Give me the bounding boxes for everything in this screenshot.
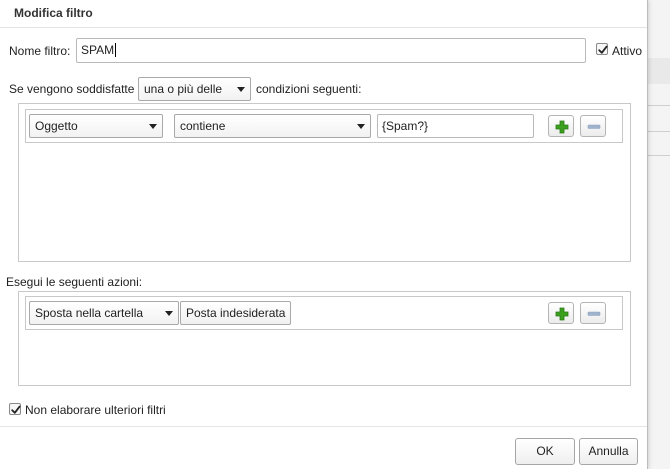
background-divider [648,131,670,132]
title-divider [0,27,647,28]
remove-condition-button[interactable] [580,115,606,137]
add-action-button[interactable] [548,302,574,324]
stop-processing-label: Non elaborare ulteriori filtri [25,403,166,417]
condition-field-value: Oggetto [35,119,78,133]
match-mode-value: una o più delle [144,82,223,96]
minus-icon [587,311,601,316]
conditions-suffix-label: condizioni seguenti: [256,82,362,96]
conditions-prefix-label: Se vengono soddisfatte [9,82,135,96]
background-divider [648,155,670,156]
condition-operator-value: contiene [180,119,226,133]
background-divider [648,105,670,106]
plus-icon [555,120,569,134]
action-type-select[interactable]: Sposta nella cartella [29,301,179,325]
cancel-button[interactable]: Annulla [579,438,638,465]
match-mode-select[interactable]: una o più delle [138,77,251,101]
filter-name-input[interactable]: SPAM [76,38,586,63]
checkmark-icon [11,405,21,414]
active-label: Attivo [612,44,643,58]
text-caret [115,43,117,57]
ok-button[interactable]: OK [515,438,575,465]
chevron-down-icon [237,87,245,92]
filter-name-value: SPAM [81,43,115,57]
condition-operator-select[interactable]: contiene [174,114,371,138]
checkmark-icon [598,45,608,54]
add-condition-button[interactable] [548,115,574,137]
actions-label: Esegui le seguenti azioni: [6,275,143,289]
chevron-down-icon [149,124,157,129]
minus-icon [587,124,601,129]
plus-icon [555,307,569,321]
edit-filter-dialog: Modifica filtro Nome filtro: SPAM Attivo… [0,0,648,469]
target-folder-selector[interactable]: Posta indesiderata [180,301,292,325]
active-checkbox[interactable] [596,43,608,55]
footer-divider [0,426,647,427]
condition-field-select[interactable]: Oggetto [29,114,163,138]
chevron-down-icon [165,311,173,316]
action-type-value: Sposta nella cartella [35,306,144,320]
condition-value-input[interactable]: {Spam?} [377,114,534,138]
stop-processing-checkbox[interactable] [9,403,21,415]
chevron-down-icon [357,124,365,129]
filter-name-label: Nome filtro: [9,44,71,58]
condition-value: {Spam?} [382,119,429,133]
dialog-title: Modifica filtro [14,6,93,20]
background-block [648,58,670,84]
remove-action-button[interactable] [580,302,606,324]
target-folder-value: Posta indesiderata [186,306,286,320]
